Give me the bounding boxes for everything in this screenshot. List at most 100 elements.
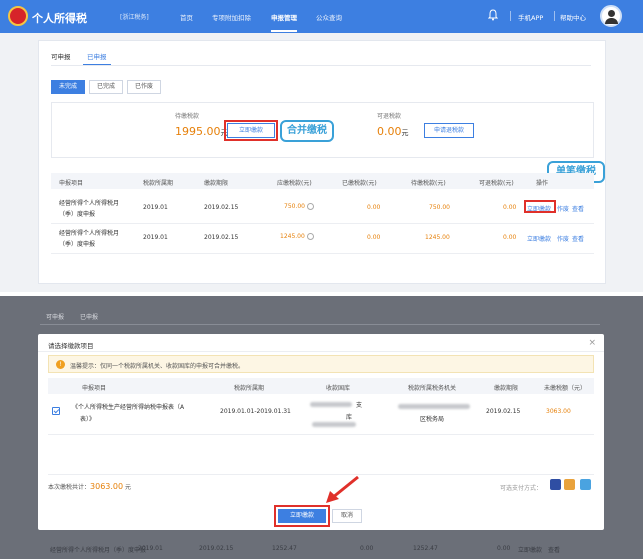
redacted-text xyxy=(398,404,470,409)
refund-amount-value: 0.00 xyxy=(377,125,402,138)
row-divider xyxy=(48,474,594,475)
col-unpaid: 未缴税额（元） xyxy=(544,385,587,392)
col-payable: 应缴税款(元) xyxy=(277,180,312,187)
payable-value: 1245.00 xyxy=(280,233,305,240)
bg-row-deadline: 2019.02.15 xyxy=(199,545,234,552)
row-pay-now-link[interactable]: 立即缴款 xyxy=(527,234,551,243)
row-refundable: 0.00 xyxy=(503,204,517,211)
total-label: 本次缴税共计： xyxy=(48,484,91,491)
row-pending: 750.00 xyxy=(429,204,450,211)
tab-declared[interactable]: 已申报 xyxy=(83,51,110,66)
row-deadline: 2019.02.15 xyxy=(486,408,521,415)
row-deadline: 2019.02.15 xyxy=(204,204,239,211)
row-checkbox[interactable] xyxy=(52,407,60,415)
bell-icon[interactable] xyxy=(488,9,498,21)
records-card: 可申报 已申报 未完成 已完成 已作废 待缴税款 1995.00元 立即缴款 可… xyxy=(38,40,606,284)
col-deadline: 缴款期限 xyxy=(494,385,519,392)
confirm-pay-button[interactable]: 立即缴款 xyxy=(278,509,326,523)
row-payable: 1245.00 xyxy=(280,233,314,240)
row-item-line1: 《个人所得税生产经营所得纳税申报表（A xyxy=(72,404,185,411)
status-tab-complete[interactable]: 已完成 xyxy=(89,80,123,94)
col-deadline: 缴款期限 xyxy=(204,180,229,187)
redacted-text xyxy=(312,422,356,427)
row-divider xyxy=(51,253,594,254)
notice-text: 温馨提示：仅同一个税款所属机关、收款国库的申报可合并缴税。 xyxy=(70,363,245,370)
payable-value: 750.00 xyxy=(284,203,305,210)
header-divider xyxy=(510,11,511,21)
unionpay-icon[interactable] xyxy=(550,479,561,490)
row-treasury-suffix: 库 xyxy=(346,414,353,421)
app-header: 个人所得税 [浙江税务] 首页 专项附加扣除 申报管理 公众查询 手机APP 帮… xyxy=(0,0,643,33)
row-item-line2: （季）度申报 xyxy=(59,211,96,218)
due-tax-label: 待缴税款 xyxy=(175,113,200,120)
bg-tab-can-declare: 可申报 xyxy=(46,314,65,321)
modal-divider xyxy=(38,351,604,352)
status-tab-incomplete[interactable]: 未完成 xyxy=(51,80,85,94)
row-authority-suffix: 区税务局 xyxy=(420,416,445,423)
due-tax-amount: 1995.00元 xyxy=(175,125,228,138)
col-refundable: 可退税款(元) xyxy=(479,180,514,187)
bg-row-pay-link: 立即缴款 xyxy=(518,547,543,554)
nav-declaration-management[interactable]: 申报管理 xyxy=(271,12,297,32)
nav-home[interactable]: 首页 xyxy=(180,12,193,22)
tab-can-declare[interactable]: 可申报 xyxy=(51,51,71,61)
header-divider xyxy=(554,11,555,21)
payment-methods-label: 可选支付方式： xyxy=(500,485,543,492)
help-center-link[interactable]: 帮助中心 xyxy=(560,12,586,22)
bank-card-icon[interactable] xyxy=(564,479,575,490)
bg-tab-declared: 已申报 xyxy=(80,314,99,321)
col-period: 税款所属期 xyxy=(234,385,265,392)
cancel-button[interactable]: 取消 xyxy=(332,509,362,523)
info-icon[interactable] xyxy=(307,203,314,210)
notice-banner: ! 温馨提示：仅同一个税款所属机关、收款国库的申报可合并缴税。 xyxy=(48,355,594,373)
row-unpaid: 3063.00 xyxy=(546,408,571,415)
mobile-app-link[interactable]: 手机APP xyxy=(518,12,543,22)
status-tab-voided[interactable]: 已作废 xyxy=(127,80,161,94)
region-label: [浙江税务] xyxy=(120,14,149,21)
row-view-link[interactable]: 查看 xyxy=(572,234,584,243)
row-paid: 0.00 xyxy=(367,234,381,241)
row-item-line2: 表）》 xyxy=(80,416,96,423)
nav-public-query[interactable]: 公众查询 xyxy=(316,12,342,22)
row-period: 2019.01.01-2019.01.31 xyxy=(220,408,291,415)
col-actions: 操作 xyxy=(536,180,549,187)
tax-records-page: 个人所得税 [浙江税务] 首页 专项附加扣除 申报管理 公众查询 手机APP 帮… xyxy=(0,0,643,292)
warning-icon: ! xyxy=(56,360,65,369)
payment-modal-screen: 可申报 已申报 经营所得个人所得税月（季）度申报 2019.01 2019.02… xyxy=(0,296,643,559)
refund-tax-label: 可退税款 xyxy=(377,113,402,120)
row-view-link[interactable]: 查看 xyxy=(572,204,584,213)
merge-pay-callout: 合并缴税 xyxy=(280,120,334,142)
row-void-link[interactable]: 作废 xyxy=(557,204,569,213)
info-icon[interactable] xyxy=(306,233,314,240)
row-item-line1: 经营所得个人所得税月 xyxy=(59,230,120,237)
highlight-box xyxy=(524,200,556,213)
row-deadline: 2019.02.15 xyxy=(204,234,239,241)
bg-row-pending: 1252.47 xyxy=(413,545,438,552)
row-treasury-suffix: 支 xyxy=(356,402,363,409)
modal-table-header: 申报项目 税款所属期 收款国库 税款所属税务机关 缴款期限 未缴税额（元） xyxy=(48,378,594,394)
col-period: 税款所属期 xyxy=(143,180,174,187)
row-divider xyxy=(51,223,594,224)
col-pending: 待缴税款(元) xyxy=(411,180,446,187)
total-unit: 元 xyxy=(125,484,132,491)
tab-divider xyxy=(51,65,591,66)
close-icon[interactable]: × xyxy=(588,338,596,348)
row-pending: 1245.00 xyxy=(425,234,450,241)
col-authority: 税款所属税务机关 xyxy=(408,385,457,392)
currency-unit: 元 xyxy=(401,129,409,137)
row-void-link[interactable]: 作废 xyxy=(557,234,569,243)
highlight-box xyxy=(224,120,278,141)
bg-row-refundable: 0.00 xyxy=(497,545,511,552)
row-divider xyxy=(48,434,594,435)
col-treasury: 收款国库 xyxy=(326,385,351,392)
due-amount-value: 1995.00 xyxy=(175,125,221,138)
apply-refund-button[interactable]: 申请退税款 xyxy=(424,123,474,138)
total-amount: 本次缴税共计：3063.00 元 xyxy=(48,482,131,491)
col-paid: 已缴税款(元) xyxy=(342,180,377,187)
col-item: 申报项目 xyxy=(59,180,84,187)
refund-tax-amount: 0.00元 xyxy=(377,125,409,138)
user-avatar[interactable] xyxy=(600,5,622,27)
nav-special-deduction[interactable]: 专项附加扣除 xyxy=(212,12,251,22)
app-logo[interactable]: 个人所得税 xyxy=(32,10,87,26)
mobile-pay-icon[interactable] xyxy=(580,479,591,490)
